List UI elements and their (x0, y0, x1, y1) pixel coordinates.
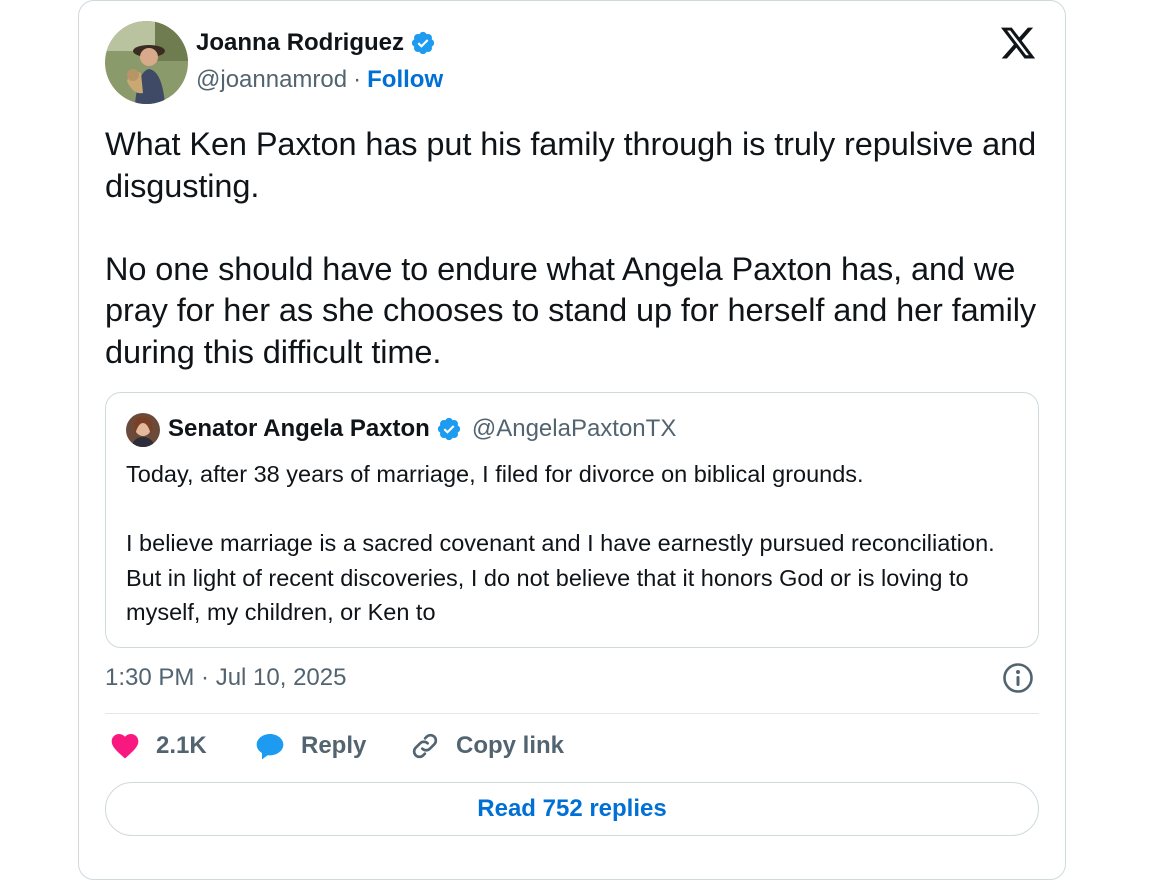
author-name[interactable]: Joanna Rodriguez (196, 29, 404, 57)
like-button[interactable]: 2.1K (108, 730, 207, 762)
follow-button[interactable]: Follow (367, 66, 443, 94)
heart-icon (111, 734, 139, 759)
copy-link-button[interactable]: Copy link (408, 730, 564, 762)
quoted-tweet[interactable]: Senator Angela Paxton @AngelaPaxtonTX To… (105, 392, 1039, 648)
copy-link-label: Copy link (456, 732, 565, 759)
read-replies-label: Read 752 replies (477, 795, 667, 822)
author-handle[interactable]: @joannamrod (196, 66, 347, 94)
tweet-text: What Ken Paxton has put his family throu… (105, 126, 1037, 370)
x-logo-icon[interactable] (998, 24, 1038, 62)
read-replies-button[interactable]: Read 752 replies (105, 782, 1039, 836)
reply-label: Reply (301, 732, 367, 759)
quote-text: Today, after 38 years of marriage, I fil… (126, 461, 995, 625)
tweet-timestamp[interactable]: 1:30 PM · Jul 10, 2025 (105, 664, 346, 692)
separator-dot: · (353, 66, 362, 93)
link-icon (412, 733, 438, 759)
author-avatar[interactable] (105, 21, 188, 104)
reply-button[interactable]: Reply (253, 730, 366, 762)
info-icon[interactable] (1002, 662, 1034, 694)
like-count: 2.1K (156, 732, 207, 759)
reply-bubble-icon (256, 734, 284, 760)
quote-author-handle[interactable]: @AngelaPaxtonTX (472, 415, 676, 443)
divider (105, 713, 1039, 714)
verified-badge-icon (437, 417, 460, 441)
quote-avatar[interactable] (126, 413, 160, 447)
quote-author-name[interactable]: Senator Angela Paxton (168, 415, 430, 443)
verified-badge-icon (411, 31, 435, 55)
